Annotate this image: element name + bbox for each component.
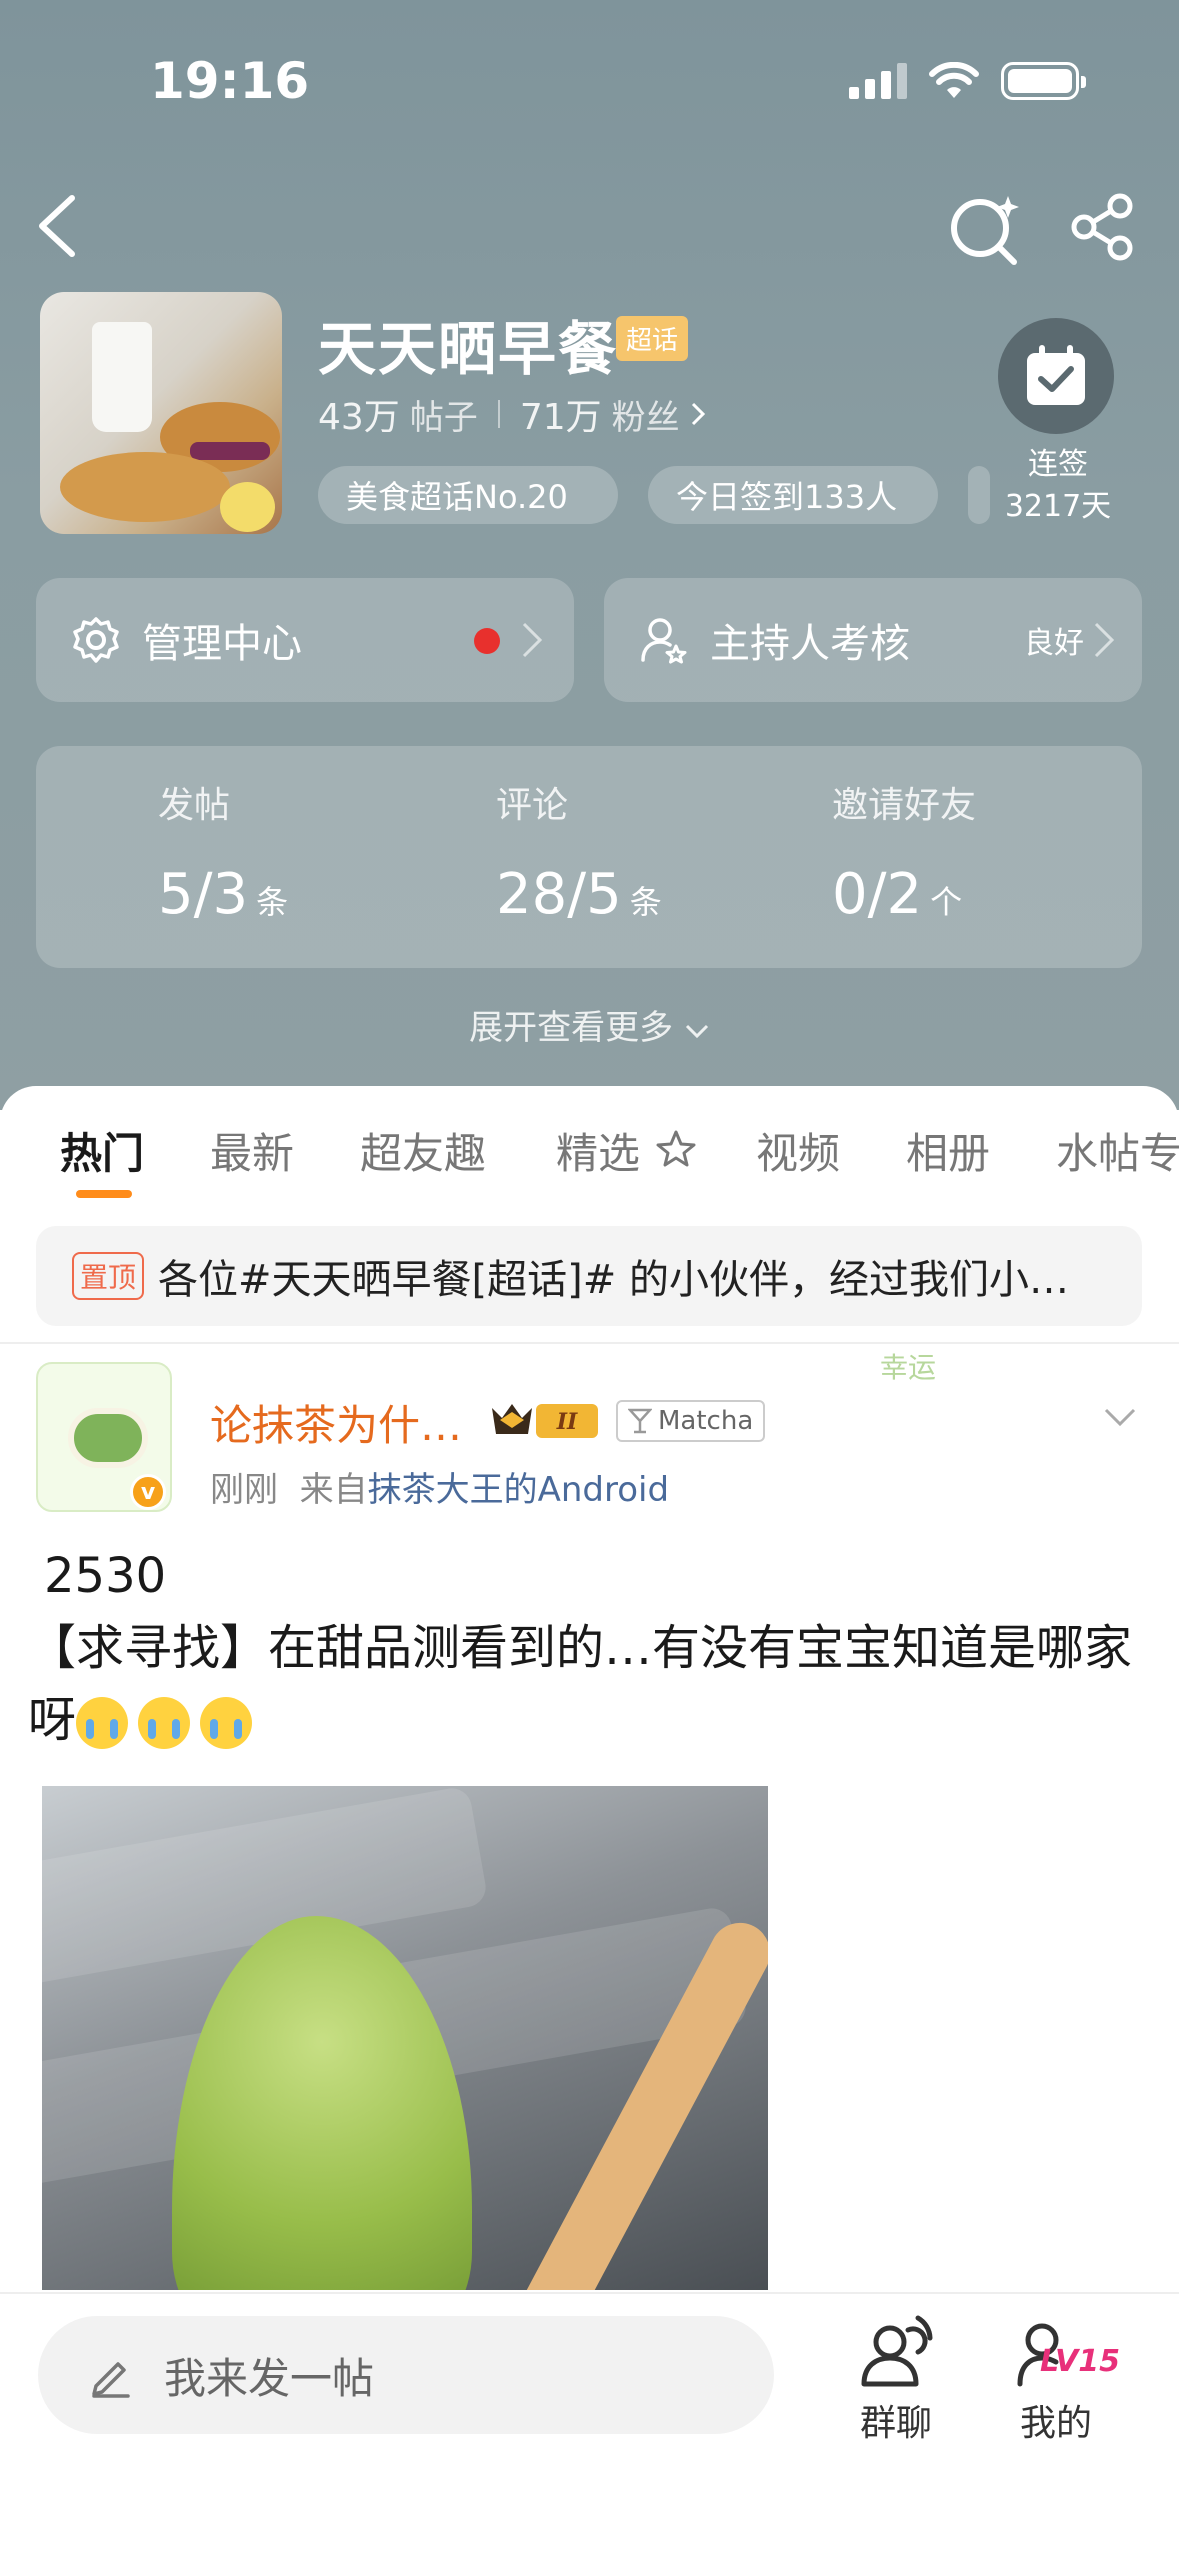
posts-label: 帖子 bbox=[409, 397, 478, 438]
chevron-right-icon bbox=[691, 402, 705, 426]
stat-posts: 发帖 5/3 条 bbox=[158, 776, 288, 927]
tab-featured-label: 精选 bbox=[556, 1129, 641, 1178]
featured-star-icon bbox=[656, 1130, 696, 1167]
status-time: 19:16 bbox=[150, 52, 310, 110]
post-source[interactable]: 抹茶大王的Android bbox=[368, 1470, 669, 1510]
tab-latest[interactable]: 最新 bbox=[210, 1120, 294, 1181]
post-meta: 刚刚 来自抹茶大王的Android bbox=[210, 1462, 669, 1511]
chevron-right-icon bbox=[522, 622, 543, 658]
tab-hot[interactable]: 热门 bbox=[60, 1120, 144, 1181]
fans-label: 粉丝 bbox=[611, 397, 680, 438]
me-button[interactable]: 我的 bbox=[996, 2312, 1116, 2446]
vip-level: II bbox=[556, 1409, 578, 1435]
crying-emoji-icon bbox=[76, 1697, 129, 1749]
chevron-right-icon bbox=[1094, 622, 1115, 658]
post-image[interactable] bbox=[42, 1786, 768, 2290]
tab-water[interactable]: 水帖专 bbox=[1056, 1120, 1179, 1181]
chevron-down-icon bbox=[685, 1024, 708, 1039]
group-title: 天天晒早餐 bbox=[318, 315, 619, 383]
more-pill[interactable] bbox=[968, 466, 990, 524]
verified-badge: v bbox=[130, 1474, 166, 1510]
rank-pill[interactable]: 美食超话No.20 bbox=[318, 466, 618, 524]
stat-comments: 评论 28/5 条 bbox=[496, 776, 662, 927]
group-chat-label: 群聊 bbox=[859, 2403, 932, 2444]
crying-emoji-icon bbox=[200, 1697, 253, 1749]
stat-unit: 个 bbox=[930, 883, 963, 921]
gear-icon bbox=[73, 617, 119, 663]
stats-separator bbox=[497, 400, 500, 428]
expand-label: 展开查看更多 bbox=[469, 1008, 674, 1048]
tab-active-indicator bbox=[76, 1190, 132, 1198]
tab-album[interactable]: 相册 bbox=[906, 1120, 990, 1181]
notification-dot bbox=[474, 628, 500, 654]
stat-label: 邀请好友 bbox=[832, 785, 977, 826]
stat-label: 评论 bbox=[496, 785, 569, 826]
tab-featured[interactable]: 精选 bbox=[556, 1120, 699, 1181]
stat-unit: 条 bbox=[629, 883, 662, 921]
group-cover-image[interactable] bbox=[40, 292, 282, 534]
user-star-icon bbox=[641, 618, 687, 664]
tab-fun[interactable]: 超友趣 bbox=[360, 1120, 486, 1181]
group-chat-button[interactable]: 群聊 bbox=[836, 2312, 956, 2446]
pen-icon bbox=[92, 2362, 130, 2398]
post-text-body: 【求寻找】在甜品测看到的…有没有宝宝知道是哪家呀 bbox=[28, 1620, 1133, 1748]
pinned-text: 各位#天天晒早餐[超话]# 的小伙伴，经过我们小… bbox=[158, 1257, 1069, 1303]
checkin-count-pill[interactable]: 今日签到133人 bbox=[648, 466, 938, 524]
share-icon[interactable] bbox=[1068, 192, 1138, 262]
stat-invites: 邀请好友 0/2 个 bbox=[832, 776, 976, 927]
pinned-post[interactable]: 置顶 各位#天天晒早餐[超话]# 的小伙伴，经过我们小… bbox=[36, 1226, 1142, 1326]
compose-post-input[interactable]: 我来发一帖 bbox=[38, 2316, 774, 2434]
avatar[interactable]: v bbox=[36, 1362, 172, 1512]
fans-count: 71万 bbox=[519, 397, 602, 438]
checkin-title: 连签 bbox=[1028, 447, 1088, 482]
stat-value: 28/5 bbox=[496, 862, 622, 927]
deco-text: 幸运 bbox=[880, 1351, 937, 1384]
chevron-down-icon[interactable] bbox=[1100, 1402, 1140, 1432]
super-topic-tag: 超话 bbox=[616, 316, 689, 361]
checkin-days: 3217天 bbox=[1004, 489, 1112, 524]
host-review-button[interactable]: 主持人考核 良好 bbox=[604, 578, 1142, 702]
expand-more-button[interactable]: 展开查看更多 bbox=[0, 1000, 1179, 1049]
fan-badge: Matcha bbox=[616, 1400, 766, 1442]
checkin-button[interactable] bbox=[998, 318, 1114, 434]
battery-icon bbox=[1001, 62, 1086, 100]
search-icon[interactable] bbox=[948, 190, 1024, 266]
stat-unit: 条 bbox=[256, 883, 289, 921]
posts-count: 43万 bbox=[318, 397, 400, 438]
manage-center-label: 管理中心 bbox=[142, 621, 302, 667]
calendar-check-icon bbox=[1027, 345, 1085, 405]
level-badge: LV15 bbox=[1040, 2344, 1120, 2379]
group-stats[interactable]: 43万 帖子 71万 粉丝 bbox=[318, 388, 706, 440]
stat-value: 5/3 bbox=[158, 862, 249, 927]
post-username[interactable]: 论抹茶为什… bbox=[210, 1392, 462, 1453]
task-stats-panel: 发帖 5/3 条 评论 28/5 条 邀请好友 0/2 个 bbox=[36, 746, 1142, 968]
tab-video[interactable]: 视频 bbox=[756, 1120, 840, 1181]
group-chat-icon bbox=[861, 2315, 933, 2387]
host-review-label: 主持人考核 bbox=[710, 621, 910, 667]
cocktail-icon bbox=[628, 1408, 652, 1434]
me-label: 我的 bbox=[1019, 2403, 1092, 2444]
post-source-prefix: 来自 bbox=[299, 1470, 368, 1510]
tab-bar: 热门 最新 超友趣 精选 视频 相册 水帖专 bbox=[0, 1110, 1179, 1200]
stat-label: 发帖 bbox=[158, 785, 231, 826]
status-icons bbox=[849, 62, 1086, 100]
post-text[interactable]: 2530 【求寻找】在甜品测看到的…有没有宝宝知道是哪家呀 bbox=[28, 1540, 1160, 1756]
signal-icon bbox=[849, 63, 907, 99]
divider bbox=[0, 1342, 1179, 1344]
lucky-decoration: 幸运 bbox=[880, 1346, 1080, 1426]
checkin-label: 连签 3217天 bbox=[990, 444, 1126, 528]
post-text-line1: 2530 bbox=[44, 1548, 167, 1604]
host-status: 良好 bbox=[1024, 626, 1084, 661]
manage-center-button[interactable]: 管理中心 bbox=[36, 578, 574, 702]
compose-placeholder: 我来发一帖 bbox=[164, 2353, 375, 2403]
back-icon[interactable] bbox=[28, 190, 88, 262]
post-time: 刚刚 bbox=[210, 1470, 278, 1510]
stat-value: 0/2 bbox=[832, 862, 923, 927]
pinned-tag: 置顶 bbox=[72, 1252, 145, 1300]
fan-badge-label: Matcha bbox=[658, 1406, 754, 1436]
vip-crown-icon: II bbox=[492, 1404, 598, 1438]
wifi-icon bbox=[929, 62, 979, 98]
crying-emoji-icon bbox=[138, 1697, 191, 1749]
